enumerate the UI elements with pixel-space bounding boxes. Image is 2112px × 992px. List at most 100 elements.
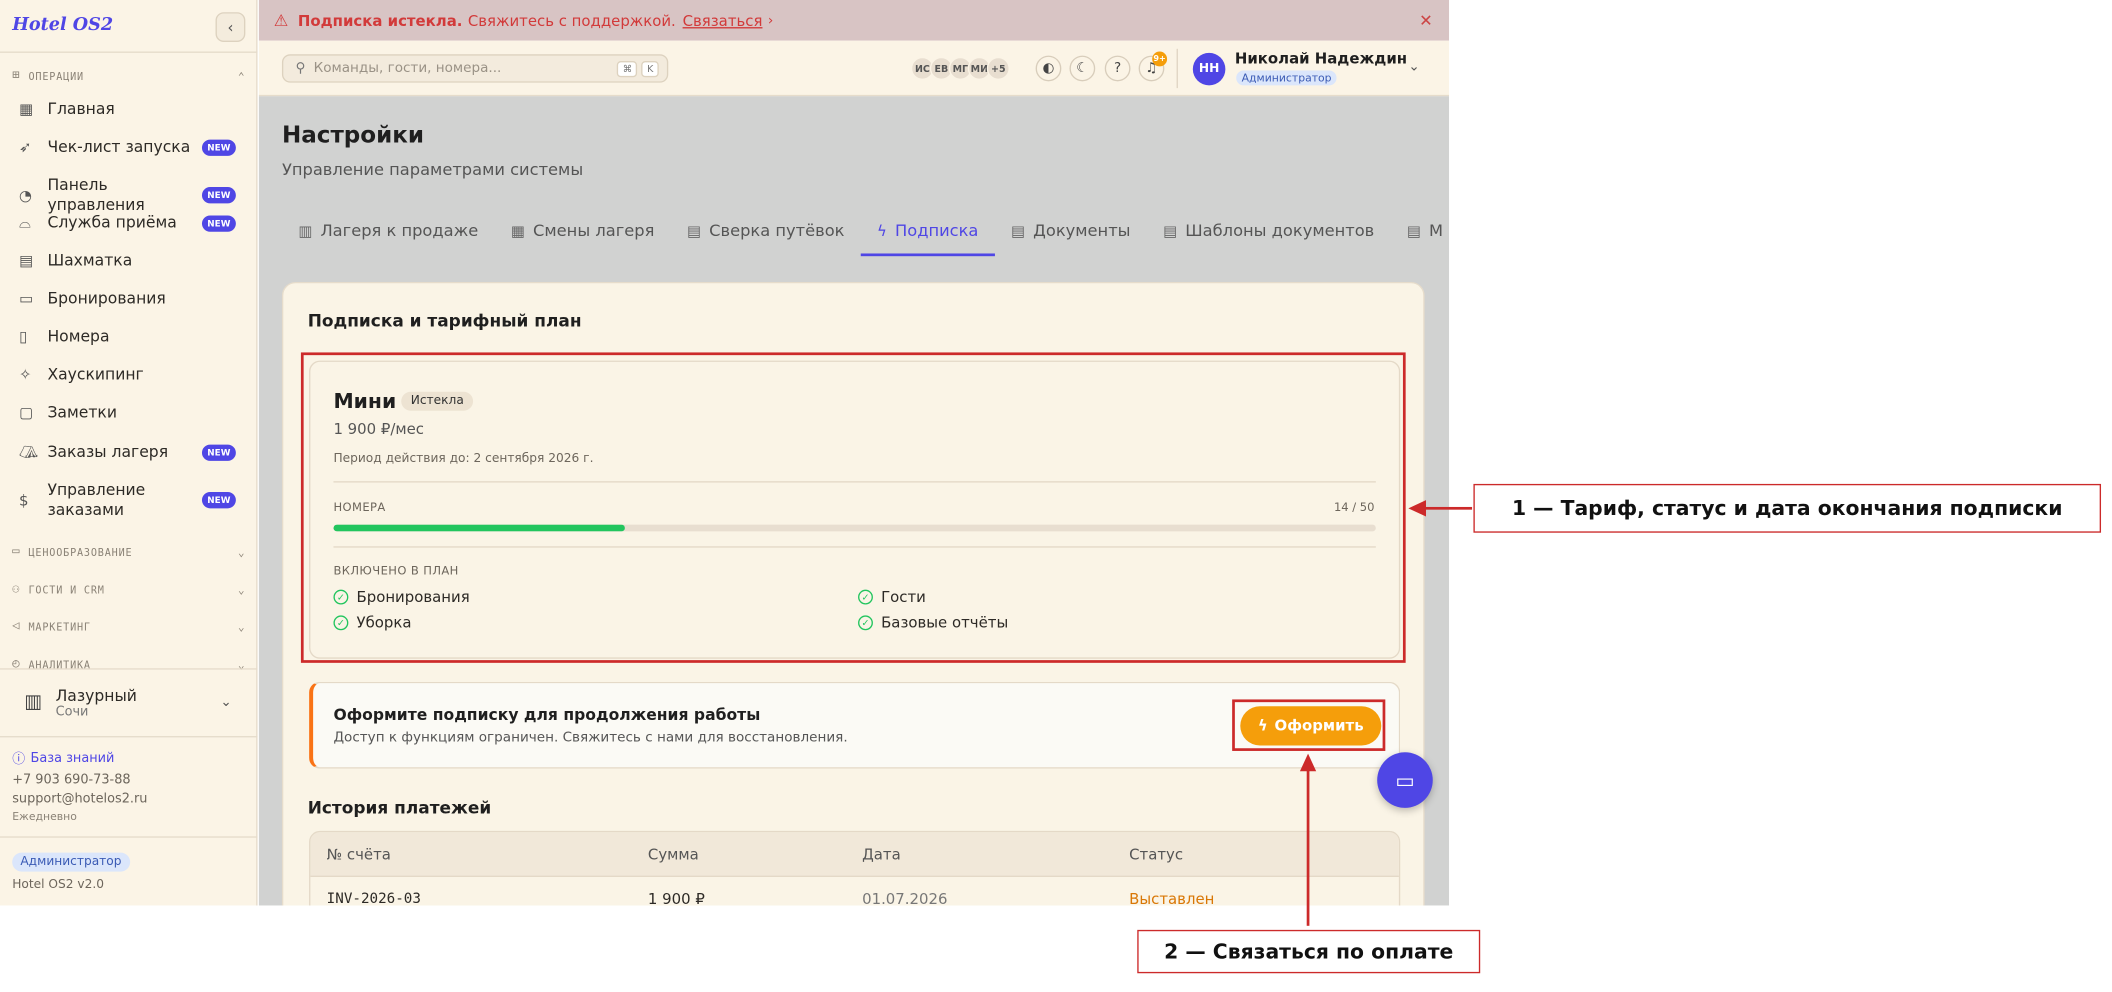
sidebar-item-notes[interactable]: ▢ Заметки (12, 403, 245, 423)
tab-documents[interactable]: ▤ Документы (995, 205, 1147, 257)
support-email[interactable]: support@hotelos2.ru (12, 792, 147, 807)
divider (333, 481, 1376, 483)
topbar-separator (1176, 48, 1178, 89)
cta-text: Доступ к функциям ограничен. Свяжитесь с… (333, 730, 848, 746)
feature-item: ✓ Уборка (333, 614, 412, 632)
role-badge: Администратор (12, 852, 130, 872)
rooms-progress-fill (333, 524, 626, 532)
section-marketing[interactable]: ◁ МАРКЕТИНГ ⌄ (12, 617, 245, 636)
payment-history-title: История платежей (307, 797, 492, 818)
settings-tabs: ▥ Лагеря к продаже ▦ Смены лагеря ▤ Сверка … (282, 205, 1449, 257)
tab-more[interactable]: ▤ М (1391, 205, 1450, 257)
sidebar-item-label: Заметки (47, 402, 117, 422)
feature-item: ✓ Базовые отчёты (858, 614, 1008, 632)
kbd-cmd: ⌘ (617, 60, 638, 77)
sidebar-item-control-panel[interactable]: ◔ Панель управления NEW (12, 175, 245, 216)
sidebar-divider (0, 836, 258, 838)
section-pricing[interactable]: ▭ ЦЕНООБРАЗОВАНИЕ ⌄ (12, 542, 245, 561)
arrow-head-up-icon (1299, 753, 1317, 772)
column-header: Сумма (647, 845, 699, 864)
knowledge-base-link[interactable]: ⓘ База знаний (12, 748, 114, 767)
document-icon: ▤ (1163, 221, 1178, 240)
chat-button[interactable]: ▭ (1377, 752, 1433, 808)
divider (333, 546, 1376, 548)
tab-document-templates[interactable]: ▤ Шаблоны документов (1147, 205, 1391, 257)
sidebar-item-chessboard[interactable]: ▤ Шахматка (12, 251, 245, 271)
online-users-stack[interactable]: ИС ЕВ МГ МИ +5 (910, 56, 1010, 80)
subscription-card: Подписка и тарифный план Мини Истекла 1 … (281, 281, 1425, 906)
chat-bubble-icon: ▭ (1395, 767, 1415, 793)
tab-camp-shifts[interactable]: ▦ Смены лагеря (495, 205, 671, 257)
hotel-city: Сочи (55, 704, 89, 720)
sidebar-collapse-button[interactable]: ‹ (215, 12, 246, 43)
rooms-count: 14 / 50 (1333, 501, 1375, 516)
table-header: № счёта Сумма Дата Статус (310, 832, 1399, 878)
sidebar-item-front-desk[interactable]: ⌓ Служба приёма NEW (12, 213, 245, 233)
clipboard-icon: ▭ (18, 290, 34, 308)
section-analytics[interactable]: ◴ АНАЛИТИКА ⌄ (12, 655, 245, 674)
app-logo[interactable]: Hotel OS2 (12, 15, 113, 35)
search-input[interactable]: ⚲ Команды, гости, номера... ⌘ K (281, 54, 669, 83)
help-button[interactable]: ? (1104, 55, 1131, 82)
avatar-more: +5 (986, 56, 1010, 80)
sidebar-item-rooms[interactable]: ▯ Номера (12, 327, 245, 347)
page-subtitle: Управление параметрами системы (281, 159, 584, 179)
hotel-selector[interactable]: ▥ Лазурный Сочи ⌄ (12, 678, 245, 727)
cta-title: Оформите подписку для продолжения работы (333, 704, 761, 724)
tab-label: Смены лагеря (533, 220, 655, 240)
section-guests-crm[interactable]: ⚇ ГОСТИ И CRM ⌄ (12, 580, 245, 599)
search-icon: ⚲ (295, 60, 306, 76)
contact-support-link[interactable]: Связаться (683, 12, 763, 30)
new-badge: NEW (201, 214, 236, 232)
close-icon[interactable]: ✕ (1419, 11, 1433, 30)
sidebar-item-label: Номера (47, 326, 110, 346)
sidebar-item-bookings[interactable]: ▭ Бронирования (12, 289, 245, 309)
payment-history-table: № счёта Сумма Дата Статус INV-2026-03 1 … (309, 830, 1401, 906)
user-avatar[interactable]: НН (1192, 52, 1226, 86)
annotation-arrow-line (1423, 506, 1473, 510)
section-label: ЦЕНООБРАЗОВАНИЕ (28, 545, 133, 558)
annotation-callout-1: 1 — Тариф, статус и дата окончания подпи… (1473, 483, 2102, 533)
warning-triangle-icon: ⚠ (273, 10, 289, 30)
section-label: ГОСТИ И CRM (28, 583, 105, 596)
check-circle-icon: ✓ (858, 589, 873, 605)
theme-palette-button[interactable]: ◐ (1035, 55, 1062, 82)
sidebar-item-launch-checklist[interactable]: ➶ Чек-лист запуска NEW (12, 137, 245, 157)
tab-subscription[interactable]: ϟ Подписка (860, 205, 995, 257)
tab-camps-for-sale[interactable]: ▥ Лагеря к продаже (282, 205, 495, 257)
document-icon: ▤ (1406, 221, 1421, 240)
plan-period: Период действия до: 2 сентября 2026 г. (333, 452, 594, 467)
tab-voucher-reconciliation[interactable]: ▤ Сверка путёвок (671, 205, 861, 257)
lightning-icon: ϟ (1257, 717, 1268, 735)
sidebar-item-label: Служба приёма (47, 212, 177, 232)
rocket-icon: ➶ (18, 138, 32, 156)
sidebar-item-label: Чек-лист запуска (47, 136, 191, 156)
sidebar-item-label: Управление заказами (47, 479, 146, 520)
user-name[interactable]: Николай Надеждин (1235, 50, 1407, 68)
feature-label: Базовые отчёты (881, 614, 1009, 632)
sidebar-item-camp-orders[interactable]: ⛺︎ Заказы лагеря NEW (12, 442, 245, 462)
user-role-badge: Администратор (1236, 70, 1337, 86)
feature-label: Уборка (356, 614, 412, 632)
dark-mode-button[interactable]: ☾ (1069, 55, 1096, 82)
subscribe-button-label: Оформить (1274, 717, 1364, 735)
main-content: Настройки Управление параметрами системы… (258, 96, 1450, 906)
chevron-down-icon[interactable]: ⌄ (1408, 60, 1419, 75)
palette-icon: ◐ (1042, 60, 1055, 76)
help-circle-icon: ⓘ (12, 752, 26, 768)
subscribe-button[interactable]: ϟ Оформить (1240, 706, 1382, 746)
plan-panel: Мини Истекла 1 900 ₽/мес Период действия… (309, 360, 1401, 659)
sidebar-item-housekeeping[interactable]: ✧ Хаускипинг (12, 365, 245, 385)
dashboard-icon: ▦ (18, 100, 34, 118)
feature-item: ✓ Бронирования (333, 588, 470, 606)
section-operations[interactable]: ⊞ ОПЕРАЦИИ ⌃ (12, 66, 245, 85)
support-phone[interactable]: +7 903 690-73-88 (12, 773, 130, 788)
invoice-date: 01.07.2026 (862, 890, 948, 906)
sidebar-item-home[interactable]: ▦ Главная (12, 99, 245, 119)
tab-label: Шаблоны документов (1185, 220, 1375, 240)
section-label: МАРКЕТИНГ (28, 620, 91, 633)
tab-label: М (1429, 220, 1444, 240)
arrow-head-left-icon (1408, 500, 1426, 517)
plan-status-badge: Истекла (401, 391, 474, 411)
sidebar-item-order-management[interactable]: $ Управление заказами NEW (12, 480, 245, 521)
